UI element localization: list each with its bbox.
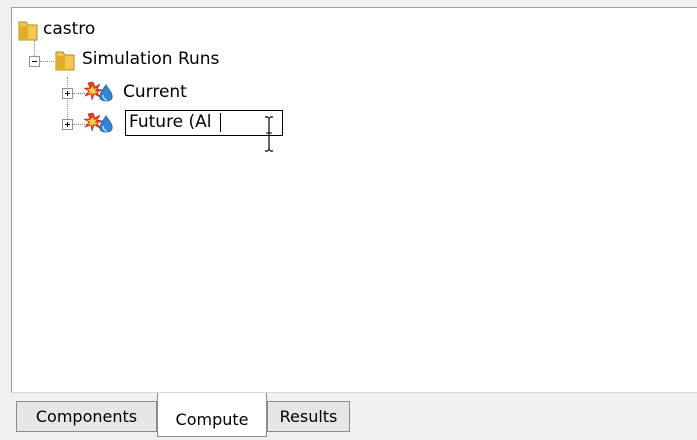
rename-input[interactable]: Future (Al — [125, 110, 283, 136]
folder-icon — [18, 21, 38, 41]
tree-connector-line — [67, 77, 68, 123]
expand-toggle[interactable] — [62, 119, 73, 130]
tab-compute[interactable]: Compute — [157, 393, 267, 437]
collapse-toggle[interactable] — [29, 56, 40, 67]
expand-toggle[interactable] — [62, 88, 73, 99]
ibeam-cursor-icon — [265, 116, 273, 152]
tree-node-label: Current — [123, 82, 187, 102]
folder-icon — [55, 51, 75, 71]
simulation-run-icon — [84, 81, 113, 102]
tree-connector-line — [34, 40, 35, 56]
simulation-run-icon — [84, 112, 113, 133]
tree-connector-line — [40, 61, 54, 62]
view-tab-bar: Components Compute Results — [11, 393, 697, 440]
text-caret — [220, 113, 221, 132]
tree-node-label: Simulation Runs — [82, 49, 220, 69]
tab-results[interactable]: Results — [267, 401, 350, 432]
tree-node-label: castro — [43, 19, 96, 39]
tab-components[interactable]: Components — [16, 401, 157, 432]
